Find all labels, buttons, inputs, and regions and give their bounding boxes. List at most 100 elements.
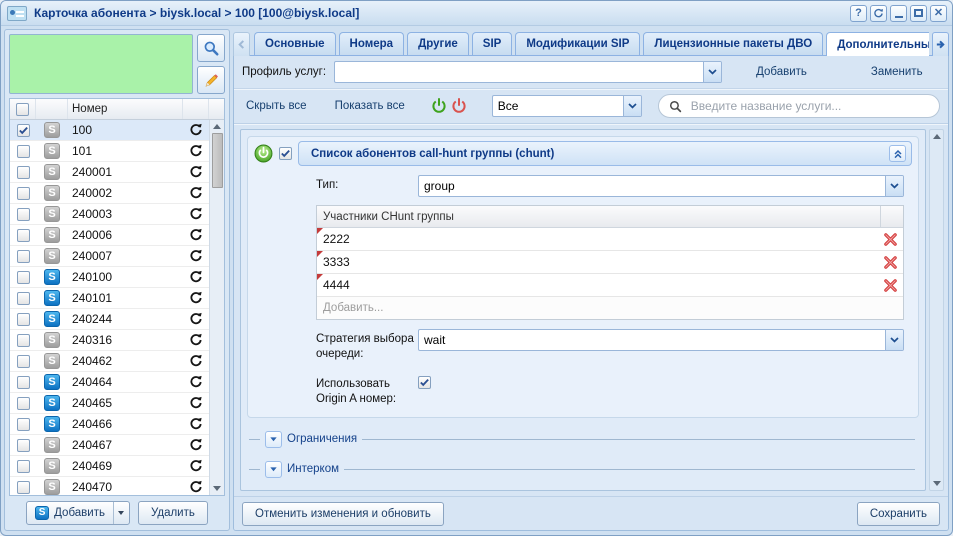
- row-checkbox[interactable]: [17, 145, 30, 158]
- history-button[interactable]: [183, 246, 209, 266]
- row-checkbox[interactable]: [17, 334, 30, 347]
- row-checkbox[interactable]: [17, 292, 30, 305]
- history-button[interactable]: [183, 225, 209, 245]
- subscriber-row[interactable]: S240003: [10, 204, 209, 225]
- delete-member-button[interactable]: [877, 278, 903, 293]
- tab-1[interactable]: Основные: [254, 32, 336, 55]
- refresh-button[interactable]: [870, 5, 887, 22]
- section-label[interactable]: Интерком: [287, 463, 339, 475]
- save-button[interactable]: Сохранить: [857, 502, 940, 526]
- history-button[interactable]: [183, 351, 209, 371]
- member-row[interactable]: 2222: [317, 228, 903, 251]
- subscriber-row[interactable]: S240007: [10, 246, 209, 267]
- chevron-down-icon[interactable]: [885, 176, 903, 196]
- row-checkbox[interactable]: [17, 376, 30, 389]
- subscriber-row[interactable]: S240470: [10, 477, 209, 495]
- service-search-input[interactable]: [689, 98, 929, 114]
- tabs-scroll-left-button[interactable]: [233, 32, 250, 56]
- service-profile-combobox[interactable]: [334, 61, 722, 83]
- history-button[interactable]: [183, 330, 209, 350]
- subscriber-row[interactable]: S240462: [10, 351, 209, 372]
- tabs-scroll-right-button[interactable]: [932, 32, 949, 56]
- tab-7[interactable]: Дополнительные: [826, 32, 929, 56]
- origin-checkbox[interactable]: [418, 376, 431, 389]
- subscriber-row[interactable]: S240006: [10, 225, 209, 246]
- service-enabled-checkbox[interactable]: [279, 147, 292, 160]
- history-button[interactable]: [183, 372, 209, 392]
- member-row[interactable]: 4444: [317, 274, 903, 297]
- history-button[interactable]: [183, 183, 209, 203]
- chevron-down-icon[interactable]: [885, 330, 903, 350]
- history-button[interactable]: [183, 120, 209, 140]
- history-button[interactable]: [183, 456, 209, 476]
- subscriber-row[interactable]: S100: [10, 120, 209, 141]
- subscriber-row[interactable]: S240002: [10, 183, 209, 204]
- add-subscriber-button[interactable]: S Добавить: [26, 501, 130, 525]
- row-checkbox[interactable]: [17, 271, 30, 284]
- subscriber-row[interactable]: S240467: [10, 435, 209, 456]
- tab-3[interactable]: Другие: [407, 32, 469, 55]
- chevron-down-icon[interactable]: [703, 62, 721, 82]
- expand-section-button[interactable]: [265, 461, 282, 478]
- row-checkbox[interactable]: [17, 481, 30, 494]
- edit-filter-button[interactable]: [197, 66, 225, 94]
- type-combobox[interactable]: group: [418, 175, 904, 197]
- form-scrollbar[interactable]: [929, 129, 944, 491]
- history-button[interactable]: [183, 141, 209, 161]
- number-filter-textarea[interactable]: [9, 34, 193, 94]
- subscriber-row[interactable]: S240316: [10, 330, 209, 351]
- scroll-up-icon[interactable]: [213, 124, 221, 129]
- row-checkbox[interactable]: [17, 187, 30, 200]
- tab-6[interactable]: Лицензионные пакеты ДВО: [643, 32, 823, 55]
- disable-service-power-icon[interactable]: [451, 98, 468, 115]
- row-checkbox[interactable]: [17, 208, 30, 221]
- service-enabled-power-icon[interactable]: [254, 144, 273, 163]
- row-checkbox[interactable]: [17, 166, 30, 179]
- scroll-down-icon[interactable]: [213, 486, 221, 491]
- add-subscriber-menu-arrow[interactable]: [113, 502, 129, 524]
- row-checkbox[interactable]: [17, 355, 30, 368]
- profile-replace-link[interactable]: Заменить: [871, 66, 923, 78]
- subscriber-row[interactable]: S240101: [10, 288, 209, 309]
- subscriber-row[interactable]: S240469: [10, 456, 209, 477]
- delete-member-button[interactable]: [877, 255, 903, 270]
- delete-subscriber-button[interactable]: Удалить: [138, 501, 208, 525]
- hide-all-link[interactable]: Скрыть все: [246, 100, 307, 112]
- tab-5[interactable]: Модификации SIP: [515, 32, 640, 55]
- service-search-field[interactable]: [658, 94, 940, 118]
- history-button[interactable]: [183, 288, 209, 308]
- subscriber-list-scrollbar[interactable]: [209, 120, 224, 495]
- history-button[interactable]: [183, 393, 209, 413]
- close-button[interactable]: ✕: [930, 5, 947, 22]
- scroll-up-icon[interactable]: [933, 134, 941, 139]
- add-member-row[interactable]: Добавить...: [317, 297, 903, 319]
- history-button[interactable]: [183, 435, 209, 455]
- subscriber-row[interactable]: S240465: [10, 393, 209, 414]
- member-row[interactable]: 3333: [317, 251, 903, 274]
- expand-section-button[interactable]: [265, 431, 282, 448]
- service-filter-combobox[interactable]: Все: [492, 95, 642, 117]
- delete-member-button[interactable]: [877, 232, 903, 247]
- subscriber-row[interactable]: S240001: [10, 162, 209, 183]
- tab-2[interactable]: Номера: [339, 32, 405, 55]
- strategy-combobox[interactable]: wait: [418, 329, 904, 351]
- row-checkbox[interactable]: [17, 250, 30, 263]
- history-button[interactable]: [183, 204, 209, 224]
- select-all-checkbox[interactable]: [16, 103, 29, 116]
- chevron-down-icon[interactable]: [623, 96, 641, 116]
- row-checkbox[interactable]: [17, 397, 30, 410]
- scroll-down-icon[interactable]: [933, 481, 941, 486]
- history-button[interactable]: [183, 414, 209, 434]
- row-checkbox[interactable]: [17, 439, 30, 452]
- help-button[interactable]: ?: [850, 5, 867, 22]
- history-button[interactable]: [183, 162, 209, 182]
- section-label[interactable]: Ограничения: [287, 433, 357, 445]
- subscriber-row[interactable]: S240100: [10, 267, 209, 288]
- cancel-changes-button[interactable]: Отменить изменения и обновить: [242, 502, 444, 526]
- history-button[interactable]: [183, 477, 209, 495]
- scrollbar-thumb[interactable]: [212, 133, 223, 188]
- history-button[interactable]: [183, 267, 209, 287]
- collapse-panel-button[interactable]: [889, 145, 906, 162]
- row-checkbox[interactable]: [17, 229, 30, 242]
- show-all-link[interactable]: Показать все: [335, 100, 405, 112]
